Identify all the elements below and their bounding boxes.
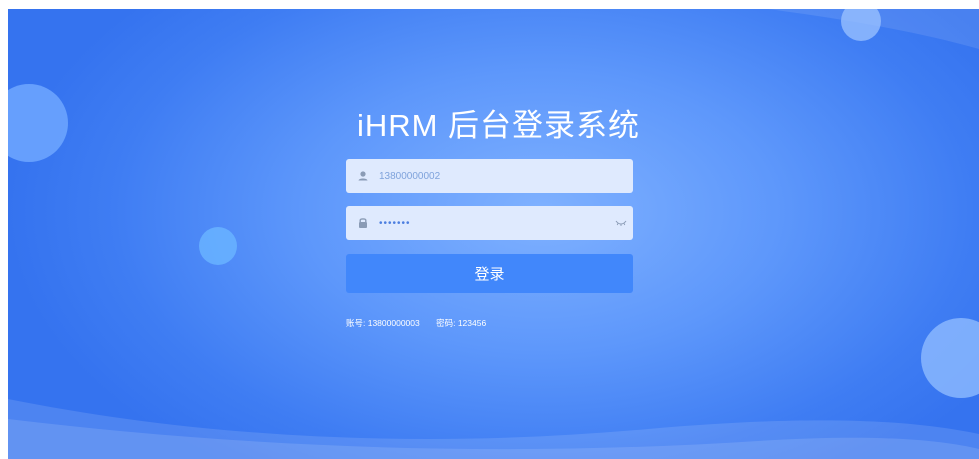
username-input[interactable]	[379, 159, 609, 193]
background-wave	[8, 399, 979, 459]
login-button[interactable]: 登录	[346, 254, 633, 293]
hint-password: 密码: 123456	[436, 318, 487, 328]
username-field[interactable]	[346, 159, 633, 193]
hint-account: 账号: 13800000003	[346, 318, 420, 328]
user-icon	[358, 171, 368, 181]
lock-icon	[359, 218, 367, 228]
password-input[interactable]	[379, 206, 609, 240]
eye-closed-icon[interactable]	[615, 219, 627, 227]
password-field[interactable]	[346, 206, 633, 240]
background-top-wave	[8, 9, 979, 49]
login-hint: 账号: 13800000003 密码: 123456	[346, 317, 500, 329]
page-title: iHRM 后台登录系统	[356, 108, 641, 143]
decorative-bubble	[199, 227, 237, 265]
